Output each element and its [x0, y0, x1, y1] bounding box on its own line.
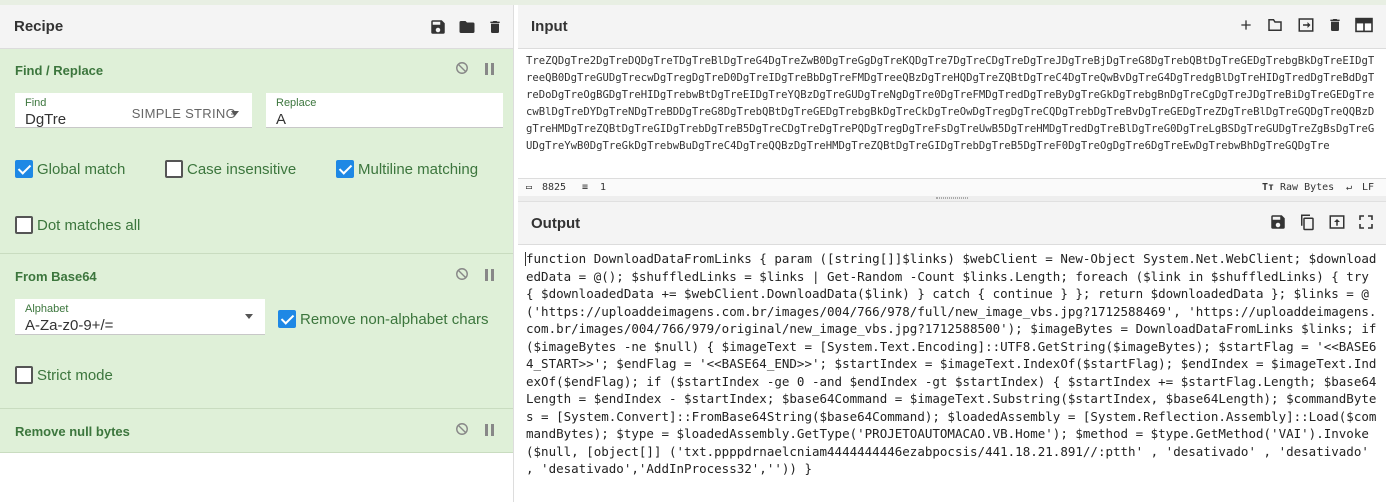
pause-icon[interactable] — [485, 62, 495, 80]
remove-non-alpha-checkbox[interactable]: Remove non-alphabet chars — [278, 310, 488, 328]
io-panel: Input TreZQDgTre2DgTreDQDgTreTDgTreBlDgT… — [518, 5, 1386, 502]
output-title: Output — [531, 214, 581, 232]
output-textarea[interactable]: function DownloadDataFromLinks { param (… — [526, 250, 1382, 500]
eol-icon: ↵ — [1346, 182, 1353, 193]
checkbox-checked-icon[interactable] — [336, 160, 354, 178]
op-remove-null: Remove null bytes — [0, 409, 513, 453]
copy-icon[interactable] — [1298, 212, 1316, 237]
find-label: Find — [25, 97, 47, 109]
recipe-panel: Recipe Find / Replace Find DgTre SIMPLE … — [0, 5, 514, 502]
checkbox-unchecked-icon[interactable] — [15, 216, 33, 234]
lines-icon: ≡ — [582, 182, 589, 193]
replace-field[interactable]: Replace A — [266, 93, 503, 128]
pause-icon[interactable] — [485, 268, 495, 286]
op-title-from-base64: From Base64 — [15, 269, 97, 284]
recipe-title: Recipe — [14, 18, 64, 35]
find-type-dropdown[interactable]: SIMPLE STRING — [132, 106, 236, 121]
dot-all-checkbox[interactable]: Dot matches all — [15, 216, 140, 234]
chevron-down-icon[interactable] — [245, 314, 253, 319]
alphabet-label: Alphabet — [25, 303, 69, 315]
recipe-header: Recipe — [0, 5, 513, 49]
op-find-replace: Find / Replace Find DgTre SIMPLE STRING … — [0, 49, 513, 254]
multiline-label: Multiline matching — [358, 160, 479, 178]
pause-icon[interactable] — [485, 423, 495, 441]
case-insensitive-checkbox[interactable]: Case insensitive — [165, 160, 296, 178]
trash-icon[interactable] — [487, 18, 503, 36]
replace-value: A — [276, 111, 287, 128]
char-count-icon: ▭ — [526, 182, 533, 193]
line-count: 1 — [600, 182, 607, 193]
folder-icon[interactable] — [1265, 16, 1285, 39]
op-title-remove-null: Remove null bytes — [15, 424, 130, 439]
find-field[interactable]: Find DgTre SIMPLE STRING — [15, 93, 252, 128]
op-title-find-replace: Find / Replace — [15, 63, 104, 78]
chevron-down-icon — [231, 111, 239, 116]
trash-icon[interactable] — [1327, 16, 1343, 39]
strict-mode-checkbox[interactable]: Strict mode — [15, 366, 113, 384]
checkbox-checked-icon[interactable] — [15, 160, 33, 178]
global-match-label: Global match — [37, 160, 126, 178]
case-insensitive-label: Case insensitive — [187, 160, 297, 178]
eol-selector[interactable]: LF — [1362, 182, 1374, 193]
text-format-icon: Tт — [1262, 182, 1275, 193]
remove-non-alpha-label: Remove non-alphabet chars — [300, 310, 489, 328]
char-count: 8825 — [542, 182, 567, 193]
checkbox-checked-icon[interactable] — [278, 310, 296, 328]
op-from-base64: From Base64 Alphabet A-Za-z0-9+/= Remove… — [0, 254, 513, 409]
import-icon[interactable] — [1296, 16, 1316, 39]
disable-icon[interactable] — [455, 267, 469, 286]
input-status-bar: ▭ 8825 ≡ 1 Tт Raw Bytes ↵ LF — [518, 178, 1386, 196]
input-textarea[interactable]: TreZQDgTre2DgTreDQDgTreTDgTreBlDgTreG4Dg… — [526, 53, 1378, 177]
save-icon[interactable] — [429, 18, 447, 36]
encoding-selector[interactable]: Raw Bytes — [1280, 182, 1334, 193]
replace-label: Replace — [276, 97, 317, 109]
multiline-checkbox[interactable]: Multiline matching — [336, 160, 478, 178]
checkbox-unchecked-icon[interactable] — [165, 160, 183, 178]
checkbox-unchecked-icon[interactable] — [15, 366, 33, 384]
output-header: Output — [518, 201, 1386, 245]
disable-icon[interactable] — [455, 61, 469, 80]
layout-icon[interactable] — [1354, 17, 1374, 38]
dot-all-label: Dot matches all — [37, 216, 141, 234]
input-title: Input — [531, 18, 568, 35]
save-icon[interactable] — [1269, 213, 1287, 236]
folder-icon[interactable] — [457, 18, 477, 36]
plus-icon[interactable] — [1238, 17, 1254, 38]
global-match-checkbox[interactable]: Global match — [15, 160, 125, 178]
alphabet-value: A-Za-z0-9+/= — [25, 317, 114, 334]
replace-input-icon[interactable] — [1327, 213, 1347, 236]
find-value: DgTre — [25, 111, 67, 128]
alphabet-field[interactable]: Alphabet A-Za-z0-9+/= — [15, 299, 265, 335]
fullscreen-icon[interactable] — [1358, 214, 1374, 235]
disable-icon[interactable] — [455, 422, 469, 441]
input-header: Input — [518, 5, 1386, 49]
strict-mode-label: Strict mode — [37, 366, 113, 384]
